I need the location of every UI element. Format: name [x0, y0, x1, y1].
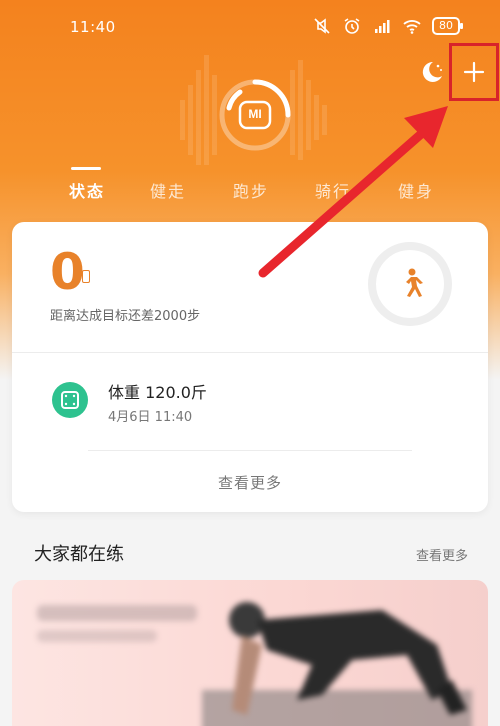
weight-time: 4月6日 11:40 [108, 410, 193, 425]
activity-card: 0 距离达成目标还差2000步 体重 120.0斤 4月6日 11:40 查看更… [12, 222, 488, 512]
section-view-more-link[interactable]: 查看更多 [416, 545, 468, 564]
walk-ring-button[interactable] [368, 242, 452, 326]
goal-text: 距离达成目标还差2000步 [50, 309, 201, 324]
section-title: 大家都在练 [34, 544, 124, 565]
battery-indicator: 80 [432, 17, 463, 35]
sleep-mode-button[interactable] [418, 58, 446, 86]
mi-logo: MI [180, 40, 330, 170]
tab-cycling[interactable]: 骑行 [315, 178, 351, 202]
moon-icon [422, 61, 442, 82]
tab-indicator [71, 167, 101, 170]
tab-status[interactable]: 状态 [69, 178, 105, 202]
status-icons: 80 [312, 16, 463, 36]
card-view-more-link[interactable]: 查看更多 [12, 472, 488, 493]
plus-icon [463, 61, 485, 83]
tab-walking[interactable]: 健走 [150, 178, 186, 202]
weight-record-icon [52, 382, 88, 418]
mute-icon [314, 18, 330, 34]
tab-fitness[interactable]: 健身 [398, 178, 434, 202]
promo-title-blurred [37, 605, 197, 621]
status-time: 11:40 [70, 18, 116, 36]
steps-count: 0 [50, 243, 85, 301]
scale-icon [61, 391, 79, 409]
phone-icon [82, 270, 90, 283]
weight-title[interactable]: 体重 120.0斤 [108, 379, 207, 403]
divider [88, 450, 412, 451]
signal-icon [375, 20, 390, 33]
workout-promo-card[interactable] [12, 580, 488, 726]
alarm-icon [344, 18, 360, 34]
walking-icon [406, 268, 423, 297]
promo-subtitle-blurred [37, 630, 157, 642]
athlete-image [202, 602, 472, 726]
divider [12, 352, 488, 353]
tab-running[interactable]: 跑步 [233, 178, 269, 202]
add-button[interactable] [449, 43, 499, 101]
wifi-icon [403, 20, 421, 34]
logo-text: MI [248, 107, 262, 121]
